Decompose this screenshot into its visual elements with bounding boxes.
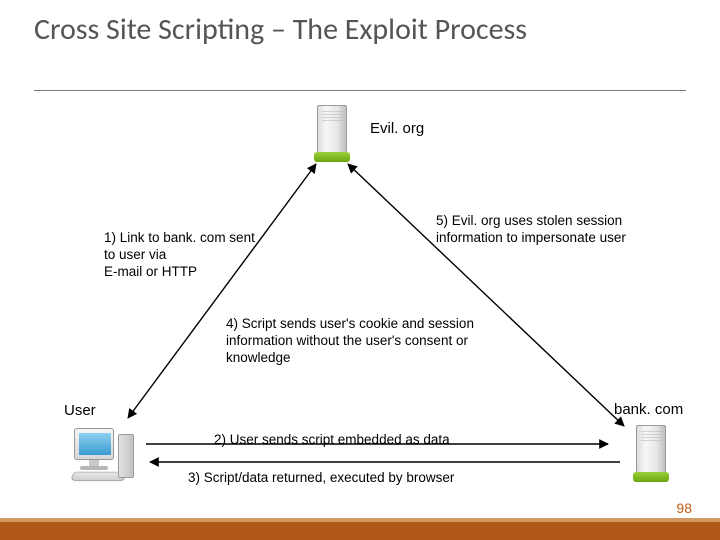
- step-5-text: 5) Evil. org uses stolen session informa…: [436, 213, 636, 247]
- evil-server-icon: [317, 104, 347, 162]
- slide-title: Cross Site Scripting – The Exploit Proce…: [34, 14, 527, 46]
- step-4-text: 4) Script sends user's cookie and sessio…: [226, 316, 486, 367]
- step-2-text: 2) User sends script embedded as data: [214, 432, 450, 449]
- step-1-text: 1) Link to bank. com sent to user via E-…: [104, 230, 264, 281]
- bank-label: bank. com: [614, 401, 683, 420]
- footer-bar: [0, 522, 720, 540]
- bank-server-icon: [636, 424, 666, 482]
- page-number: 98: [676, 500, 692, 516]
- user-pc-icon: [74, 428, 134, 486]
- title-underline: [34, 90, 686, 91]
- evil-label: Evil. org: [370, 120, 424, 139]
- user-label: User: [64, 402, 96, 421]
- slide: Cross Site Scripting – The Exploit Proce…: [0, 0, 720, 540]
- step-3-text: 3) Script/data returned, executed by bro…: [188, 470, 454, 487]
